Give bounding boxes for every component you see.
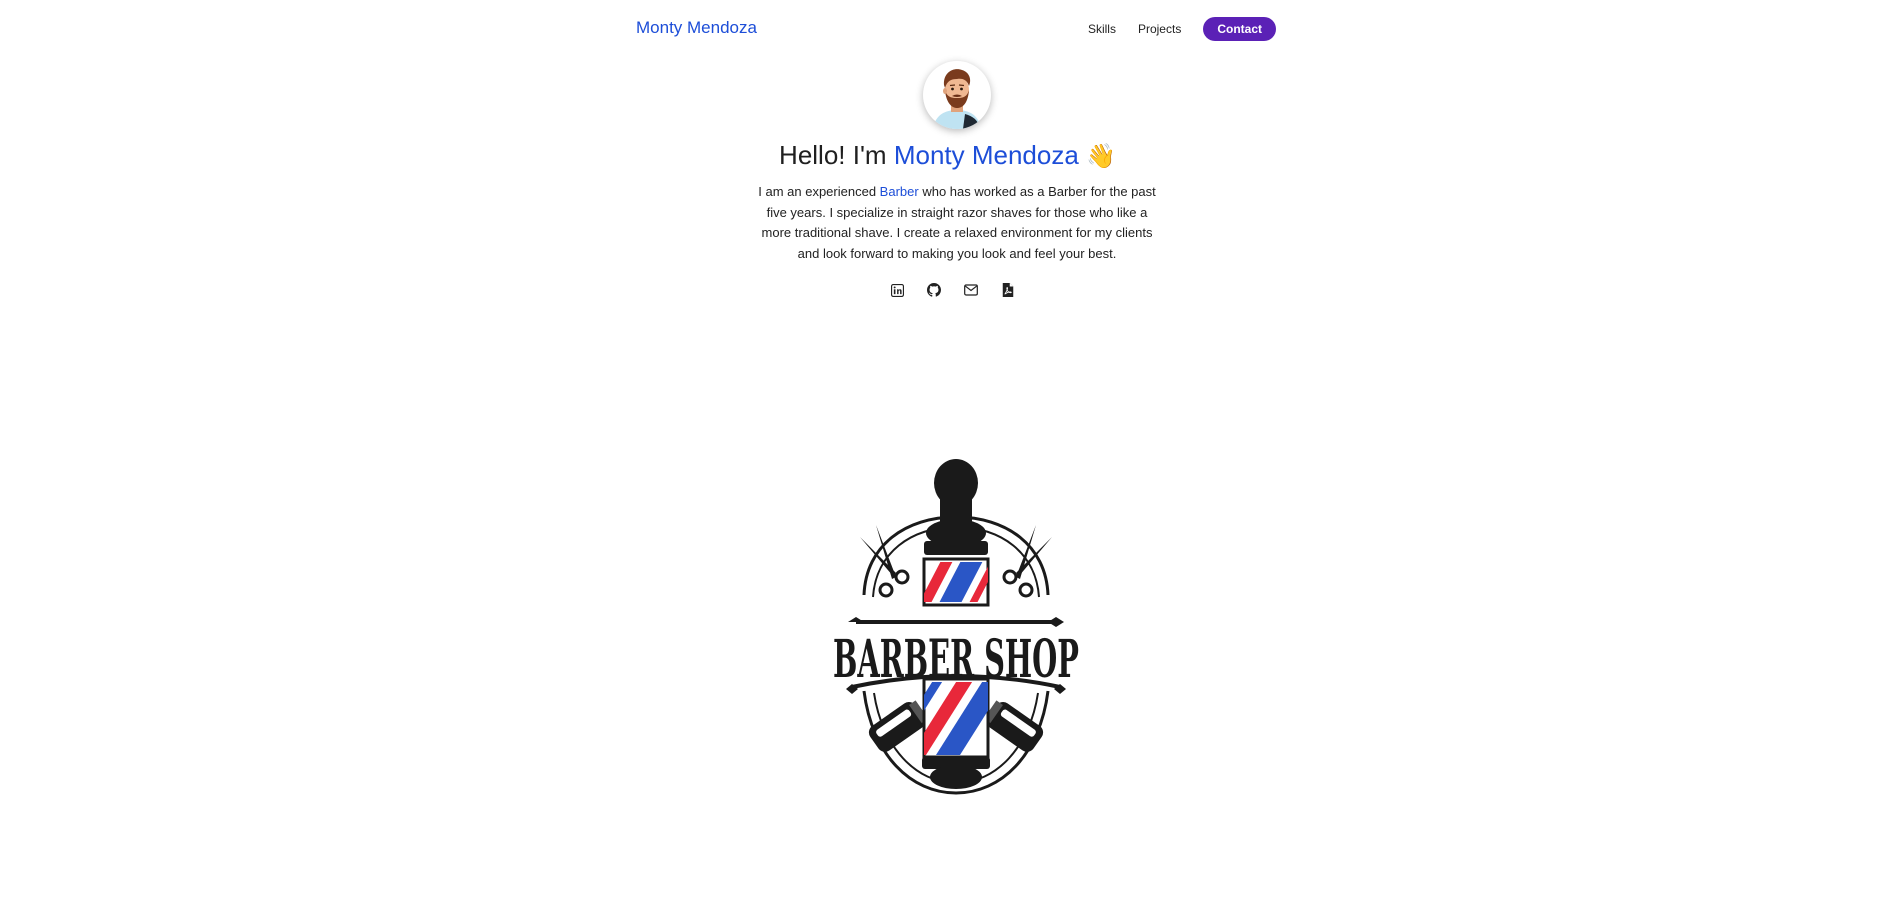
hero-name: Monty Mendoza xyxy=(893,140,1079,170)
avatar-illustration xyxy=(933,69,981,129)
nav-links: Skills Projects Contact xyxy=(1088,17,1276,41)
greeting-text: Hello! I'm xyxy=(779,140,887,170)
github-icon[interactable] xyxy=(926,282,942,298)
nav-link-skills[interactable]: Skills xyxy=(1088,22,1116,36)
intro-text-start: I am an experienced xyxy=(758,184,877,199)
brand-link[interactable]: Monty Mendoza xyxy=(636,18,757,38)
mail-icon[interactable] xyxy=(963,282,979,298)
avatar xyxy=(923,61,991,129)
waving-hand-icon: 👋 xyxy=(1086,143,1116,170)
intro-paragraph: I am an experienced Barber who has worke… xyxy=(752,182,1162,264)
barber-shop-logo: BARBER SHOP xyxy=(826,455,1086,805)
contact-button[interactable]: Contact xyxy=(1203,17,1276,41)
linkedin-icon[interactable] xyxy=(889,282,905,298)
top-nav: Monty Mendoza Skills Projects Contact xyxy=(636,12,1276,46)
hero-heading: Hello! I'm Monty Mendoza 👋 xyxy=(0,140,1895,171)
social-links xyxy=(889,282,1037,298)
barber-pole-emblem: BARBER SHOP xyxy=(833,459,1079,795)
pdf-resume-icon[interactable] xyxy=(1000,282,1016,298)
profession-highlight: Barber xyxy=(879,184,919,199)
nav-link-projects[interactable]: Projects xyxy=(1138,22,1181,36)
